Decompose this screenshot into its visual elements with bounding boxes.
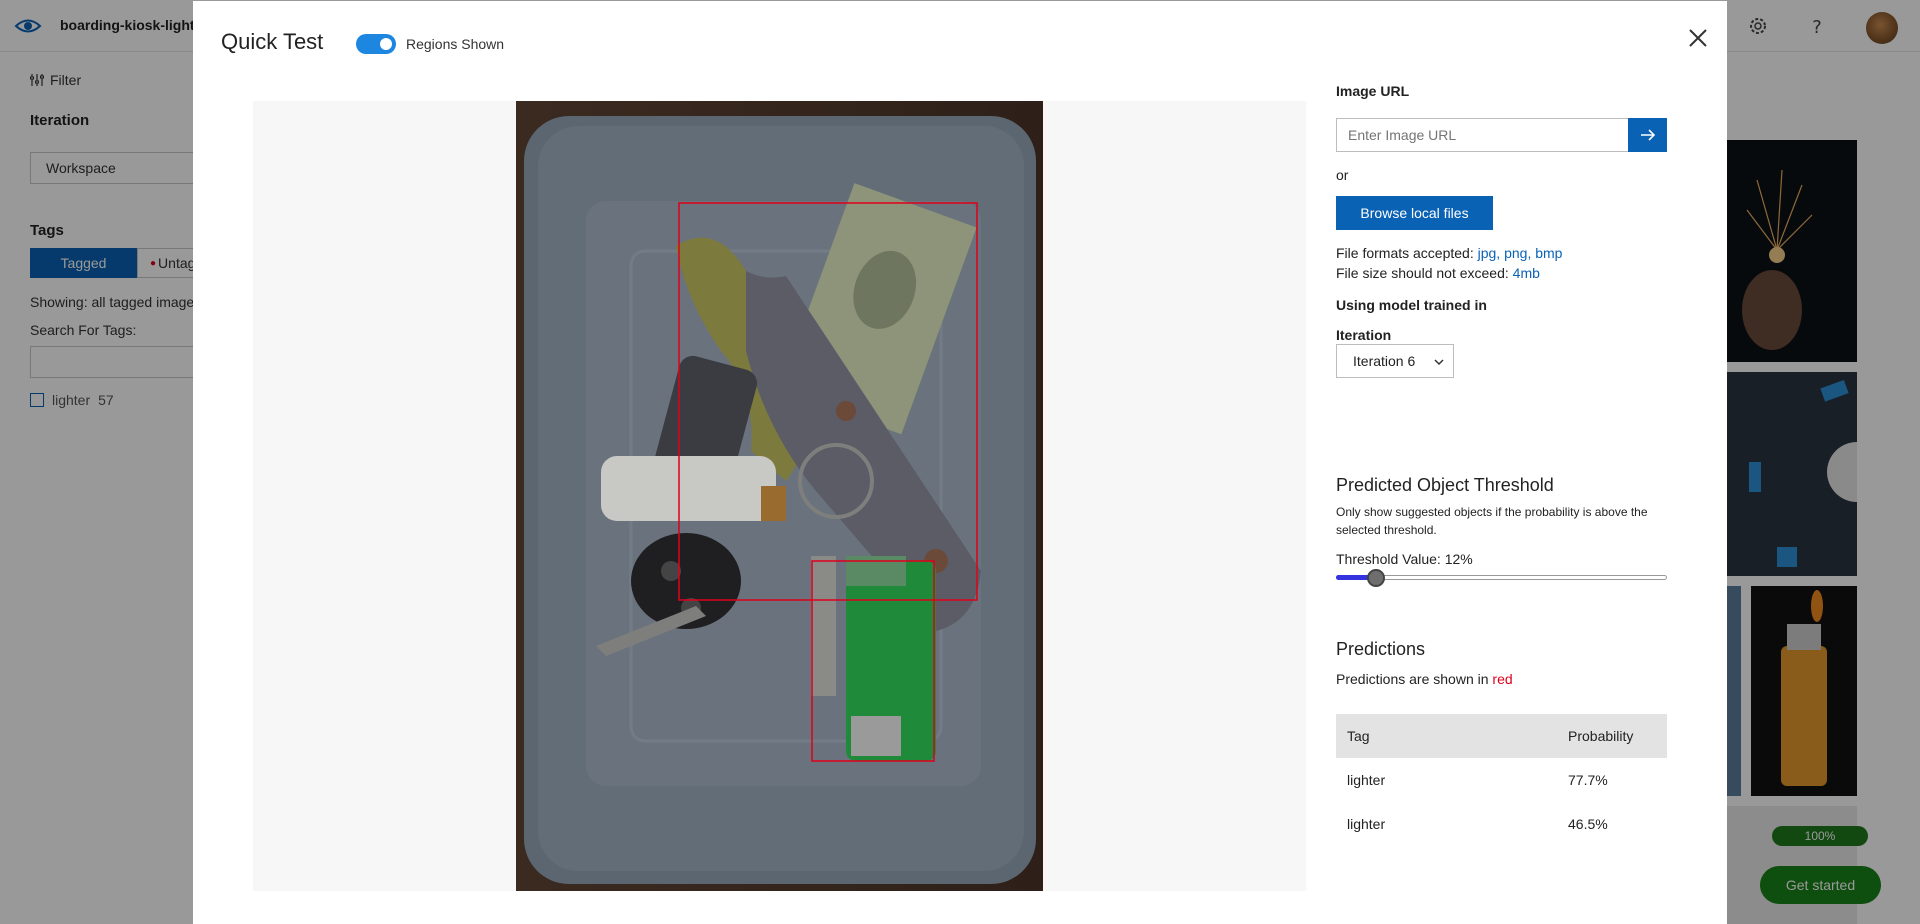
model-heading: Using model trained in [1336, 297, 1487, 313]
file-size-value: 4mb [1512, 265, 1540, 281]
probability-column-header: Probability [1568, 728, 1634, 744]
file-formats-text: File formats accepted: jpg, png, bmp [1336, 245, 1562, 261]
table-row: lighter 77.7% [1336, 758, 1667, 802]
image-url-heading: Image URL [1336, 83, 1410, 99]
quick-test-dialog: Quick Test Regions Shown Image URL Enter… [193, 1, 1727, 924]
slider-handle[interactable] [1367, 569, 1385, 587]
predictions-note-label: Predictions are shown in [1336, 671, 1489, 687]
file-formats-value: jpg, png, bmp [1477, 245, 1563, 261]
prediction-probability: 77.7% [1568, 772, 1608, 788]
or-text: or [1336, 167, 1349, 183]
chevron-down-icon [1434, 359, 1444, 366]
regions-toggle-label: Regions Shown [406, 36, 505, 52]
prediction-tag: lighter [1347, 772, 1386, 788]
slider-track [1336, 575, 1667, 580]
file-formats-label: File formats accepted: [1336, 245, 1474, 261]
threshold-description: Only show suggested objects if the proba… [1336, 505, 1648, 537]
test-image [516, 101, 1043, 891]
iteration-label: Iteration [1336, 327, 1392, 343]
test-image-graphic [516, 101, 1043, 891]
image-url-input[interactable] [1336, 118, 1628, 152]
iteration-select-value: Iteration 6 [1353, 353, 1416, 369]
prediction-tag: lighter [1347, 816, 1386, 832]
dialog-title: Quick Test [221, 29, 324, 54]
predictions-heading: Predictions [1336, 639, 1426, 659]
file-size-text: File size should not exceed: 4mb [1336, 265, 1540, 281]
browse-local-files-button[interactable]: Browse local files [1336, 196, 1493, 230]
predictions-note-color: red [1492, 671, 1513, 687]
submit-url-button[interactable] [1628, 118, 1667, 152]
table-header-row: Tag Probability [1336, 714, 1667, 758]
file-size-label: File size should not exceed: [1336, 265, 1509, 281]
right-panel: Image URL or Browse local files File for… [1336, 1, 1727, 924]
tag-column-header: Tag [1347, 728, 1370, 744]
predictions-table: Tag Probability lighter 77.7% lighter 46… [1336, 714, 1667, 846]
prediction-probability: 46.5% [1568, 816, 1608, 832]
toggle-knob [380, 38, 392, 50]
regions-toggle[interactable] [356, 34, 396, 54]
threshold-slider[interactable] [1336, 569, 1667, 587]
threshold-value-text: Threshold Value: 12% [1336, 551, 1473, 567]
arrow-right-icon [1640, 129, 1655, 141]
iteration-select[interactable]: Iteration 6 [1336, 344, 1454, 378]
table-row: lighter 46.5% [1336, 802, 1667, 846]
predictions-note: Predictions are shown in red [1336, 671, 1513, 687]
threshold-heading: Predicted Object Threshold [1336, 475, 1554, 495]
